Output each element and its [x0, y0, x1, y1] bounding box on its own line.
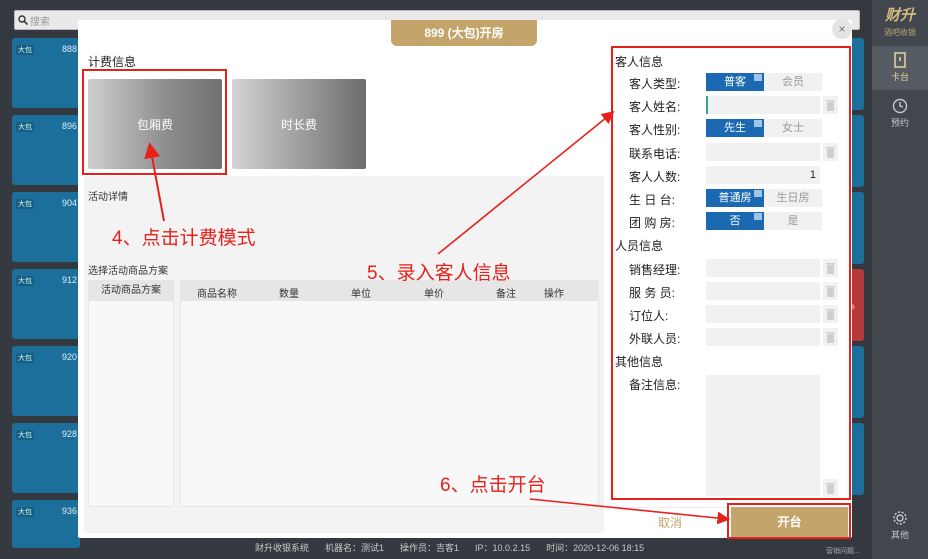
status-ip: IP：10.0.2.15	[475, 543, 531, 553]
plan-column-header: 活动商品方案	[89, 281, 173, 301]
col-header-action: 操作	[544, 289, 564, 300]
rail-item-label: 预约	[890, 118, 909, 128]
status-system: 财升收银系统	[255, 543, 310, 553]
close-icon[interactable]: ×	[832, 19, 852, 39]
search-placeholder: 搜索	[30, 16, 50, 28]
room-tag: 大包	[16, 507, 34, 517]
room-tag: 大包	[16, 430, 34, 440]
col-header-qty: 数量	[279, 289, 299, 300]
step5-annotation: 5、录入客人信息	[367, 263, 511, 284]
side-rail: 财升 酒吧收银 卡台 预约 其他	[872, 0, 928, 559]
rail-item-card-table[interactable]: 卡台	[872, 46, 928, 90]
room-tile[interactable]: 大包 904	[12, 192, 80, 262]
room-number: 896	[61, 121, 77, 131]
room-tag: 大包	[16, 199, 34, 209]
room-number: 904	[61, 198, 77, 208]
room-tile[interactable]: 大包 912	[12, 269, 80, 339]
room-tile[interactable]: 大包 936	[12, 500, 80, 548]
status-operator: 操作员：吉客1	[400, 543, 460, 553]
room-tile[interactable]: 大包 896	[12, 115, 80, 185]
rail-item-other[interactable]: 其他	[872, 504, 928, 548]
activity-plan-list[interactable]: 活动商品方案	[88, 280, 174, 507]
rail-item-label: 卡台	[890, 72, 909, 82]
room-number: 920	[61, 352, 77, 362]
billing-highlight-box	[82, 69, 227, 175]
brand-subtitle: 酒吧收银	[884, 28, 916, 37]
activity-plan-label: 选择活动商品方案	[88, 266, 168, 277]
col-header-unit: 单位	[351, 289, 371, 300]
clock-icon	[892, 98, 908, 114]
customer-highlight-box	[611, 46, 851, 500]
step6-annotation: 6、点击开台	[440, 475, 546, 496]
room-tile[interactable]: 大包 928	[12, 423, 80, 493]
rail-item-label: 其他	[890, 530, 909, 540]
rail-item-reservation[interactable]: 预约	[872, 92, 928, 136]
status-time: 时间：2020-12-06 18:15	[546, 543, 645, 553]
room-tile[interactable]: 大包 888	[12, 38, 80, 108]
room-tag: 大包	[16, 353, 34, 363]
room-tile[interactable]: 大包 920	[12, 346, 80, 416]
col-header-price: 单价	[424, 289, 444, 300]
status-machine: 机器名：测试1	[325, 543, 385, 553]
room-number: 888	[61, 44, 77, 54]
col-header-note: 备注	[496, 289, 516, 300]
room-tag: 大包	[16, 45, 34, 55]
step4-annotation: 4、点击计费模式	[112, 228, 256, 249]
room-number: 912	[61, 275, 77, 285]
bottom-hint: 营销问题...	[826, 548, 860, 555]
cancel-button[interactable]: 取消	[611, 507, 729, 537]
time-fee-label: 时长费	[280, 117, 317, 132]
room-tag: 大包	[16, 122, 34, 132]
room-number: 936	[61, 506, 77, 516]
status-bar: 财升收银系统 机器名：测试1 操作员：吉客1 IP：10.0.2.15 时间：2…	[255, 541, 644, 554]
brand-logo: 财升	[884, 7, 915, 24]
billing-section-title: 计费信息	[88, 55, 137, 69]
dialog-title: 899 (大包)开房	[391, 20, 537, 46]
room-tag: 大包	[16, 276, 34, 286]
gear-icon	[893, 511, 907, 525]
open-button-highlight-box	[727, 503, 851, 539]
room-grid: 大包 888 大包 896 大包 904 大包 912 大包 920 大包 928 大包 93…	[12, 38, 80, 555]
card-table-icon	[894, 52, 906, 68]
col-header-name: 商品名称	[197, 289, 237, 300]
time-fee-option[interactable]: 时长费	[232, 79, 366, 169]
search-icon	[18, 15, 28, 25]
activity-details-label: 活动详情	[88, 192, 128, 203]
room-number: 928	[61, 429, 77, 439]
